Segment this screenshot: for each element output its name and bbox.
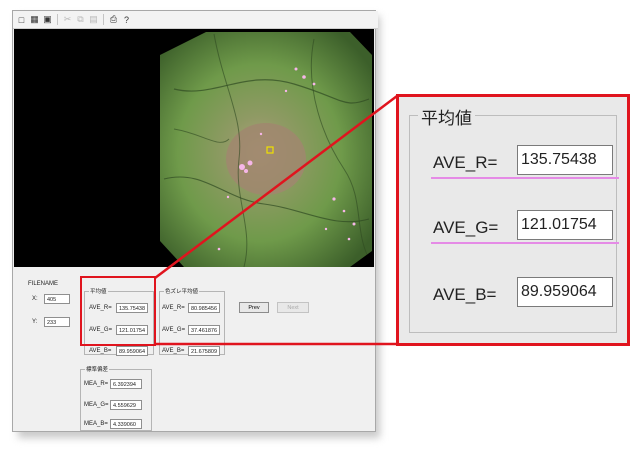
zoom-ave-b-field[interactable]: 89.959064 <box>517 277 613 307</box>
zoom-average-title: 平均値 <box>418 104 475 129</box>
zoom-g-underline <box>431 242 619 244</box>
zoom-callout: 平均値 AVE_R= 135.75438 AVE_G= 121.01754 AV… <box>396 94 630 346</box>
zoom-ave-g-field[interactable]: 121.01754 <box>517 210 613 240</box>
zoom-r-underline <box>431 177 619 179</box>
zoom-ave-r-label: AVE_R= <box>433 153 498 172</box>
zoom-ave-r-field[interactable]: 135.75438 <box>517 145 613 175</box>
zoom-ave-b-label: AVE_B= <box>433 285 497 304</box>
zoom-ave-g-label: AVE_G= <box>433 218 499 237</box>
